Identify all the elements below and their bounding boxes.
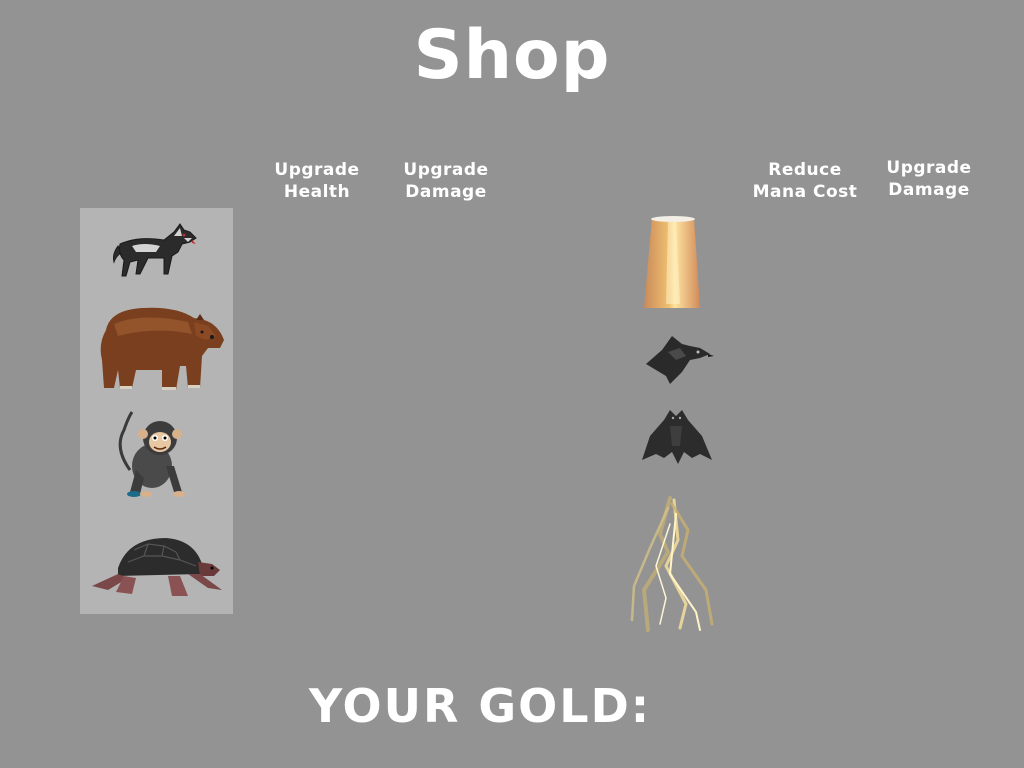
header-upgrade-health-line2: Health (283, 182, 351, 202)
turtle-icon[interactable] (88, 530, 228, 602)
shop-title: Shop (413, 16, 611, 95)
header-upgrade-damage-spells-line2: Damage (888, 180, 970, 200)
creature-panel (80, 208, 233, 614)
header-upgrade-health-line1: Upgrade (274, 160, 360, 180)
wolf-icon[interactable] (108, 216, 202, 288)
monkey-icon[interactable] (108, 408, 208, 500)
lightning-icon[interactable] (626, 494, 718, 634)
header-upgrade-damage-creatures-line2: Damage (405, 182, 487, 202)
crow-icon[interactable] (638, 330, 714, 388)
bat-icon[interactable] (640, 406, 714, 468)
your-gold-label: YOUR GOLD: (308, 679, 652, 733)
header-reduce-mana-cost-line2: Mana Cost (752, 182, 858, 202)
header-upgrade-damage-spells-line1: Upgrade (886, 158, 972, 178)
light-beam-icon[interactable] (640, 214, 704, 310)
bear-icon[interactable] (96, 300, 228, 396)
header-upgrade-damage-spells: Upgrade Damage (864, 157, 994, 201)
header-upgrade-damage-creatures: Upgrade Damage (381, 159, 511, 203)
header-upgrade-damage-creatures-line1: Upgrade (403, 160, 489, 180)
header-reduce-mana-cost: Reduce Mana Cost (740, 159, 870, 203)
header-upgrade-health: Upgrade Health (252, 159, 382, 203)
header-reduce-mana-cost-line1: Reduce (768, 160, 842, 180)
